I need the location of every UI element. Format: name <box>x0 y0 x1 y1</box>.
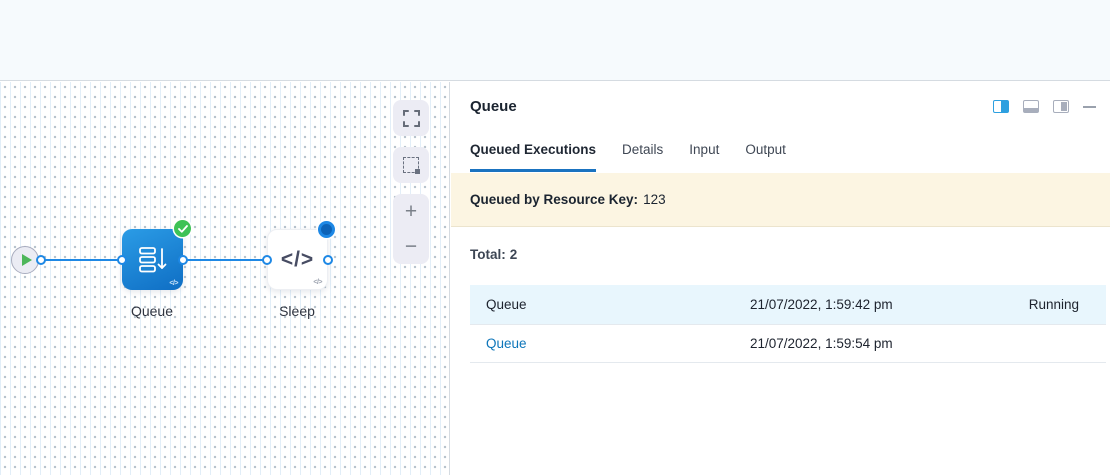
port-sleep-output[interactable] <box>323 255 333 265</box>
panel-tabs: Queued Executions Details Input Output <box>470 142 786 172</box>
success-badge-icon <box>174 220 191 237</box>
node-label-queue: Queue <box>92 303 212 319</box>
execution-name-link[interactable]: Queue <box>470 336 750 351</box>
zoom-out-button[interactable]: − <box>393 229 429 264</box>
code-icon: </> <box>281 248 314 272</box>
node-label-sleep: Sleep <box>237 303 357 319</box>
select-area-button[interactable] <box>393 147 429 183</box>
table-row[interactable]: Queue 21/07/2022, 1:59:42 pm Running <box>470 285 1106 324</box>
code-mini-icon: </> <box>169 280 178 287</box>
execution-timestamp: 21/07/2022, 1:59:54 pm <box>750 336 1079 351</box>
play-icon <box>22 254 32 266</box>
execution-name: Queue <box>470 297 750 312</box>
execution-status: Running <box>1029 297 1106 312</box>
tab-queued-executions[interactable]: Queued Executions <box>470 142 596 172</box>
minimize-icon[interactable] <box>1083 106 1096 108</box>
resource-key-value: 123 <box>643 192 666 207</box>
fit-view-icon <box>403 110 420 127</box>
table-row[interactable]: Queue 21/07/2022, 1:59:54 pm <box>470 324 1106 363</box>
zoom-in-button[interactable]: + <box>393 194 429 229</box>
dock-bottom-icon[interactable] <box>1023 100 1039 113</box>
total-count: Total: 2 <box>470 247 517 262</box>
top-header-bar <box>0 0 1110 81</box>
execution-timestamp: 21/07/2022, 1:59:42 pm <box>750 297 1029 312</box>
dock-right-icon[interactable] <box>1053 100 1069 113</box>
code-mini-icon: </> <box>313 279 322 286</box>
zoom-controls: + − <box>393 194 429 264</box>
total-label: Total: <box>470 247 506 262</box>
resource-key-banner: Queued by Resource Key: 123 <box>451 173 1110 227</box>
port-sleep-input[interactable] <box>262 255 272 265</box>
port-queue-output[interactable] <box>178 255 188 265</box>
zoom-out-icon: − <box>405 235 417 259</box>
executions-table: Queue 21/07/2022, 1:59:42 pm Running Que… <box>470 285 1106 363</box>
port-start-output[interactable] <box>36 255 46 265</box>
workflow-canvas[interactable]: </> Queue </> </> Sleep <box>0 82 450 475</box>
edge-queue-to-sleep <box>183 259 267 261</box>
waiting-badge-icon <box>318 221 335 238</box>
zoom-in-icon: + <box>405 200 417 224</box>
panel-title: Queue <box>470 98 517 115</box>
port-queue-input[interactable] <box>117 255 127 265</box>
tab-input[interactable]: Input <box>689 142 719 172</box>
edge-start-to-queue <box>41 259 122 261</box>
tab-output[interactable]: Output <box>745 142 786 172</box>
start-node[interactable] <box>11 246 39 274</box>
node-queue[interactable]: </> <box>122 229 183 290</box>
resource-key-label: Queued by Resource Key: <box>470 192 638 207</box>
fit-view-button[interactable] <box>393 100 429 136</box>
select-area-icon <box>403 157 419 173</box>
panel-actions <box>993 100 1096 113</box>
total-value: 2 <box>510 247 518 262</box>
tab-details[interactable]: Details <box>622 142 663 172</box>
dock-left-icon[interactable] <box>993 100 1009 113</box>
node-sleep[interactable]: </> </> <box>267 229 328 290</box>
queue-icon <box>138 246 168 274</box>
details-panel: Queue Queued Executions Details Input Ou… <box>451 82 1110 475</box>
